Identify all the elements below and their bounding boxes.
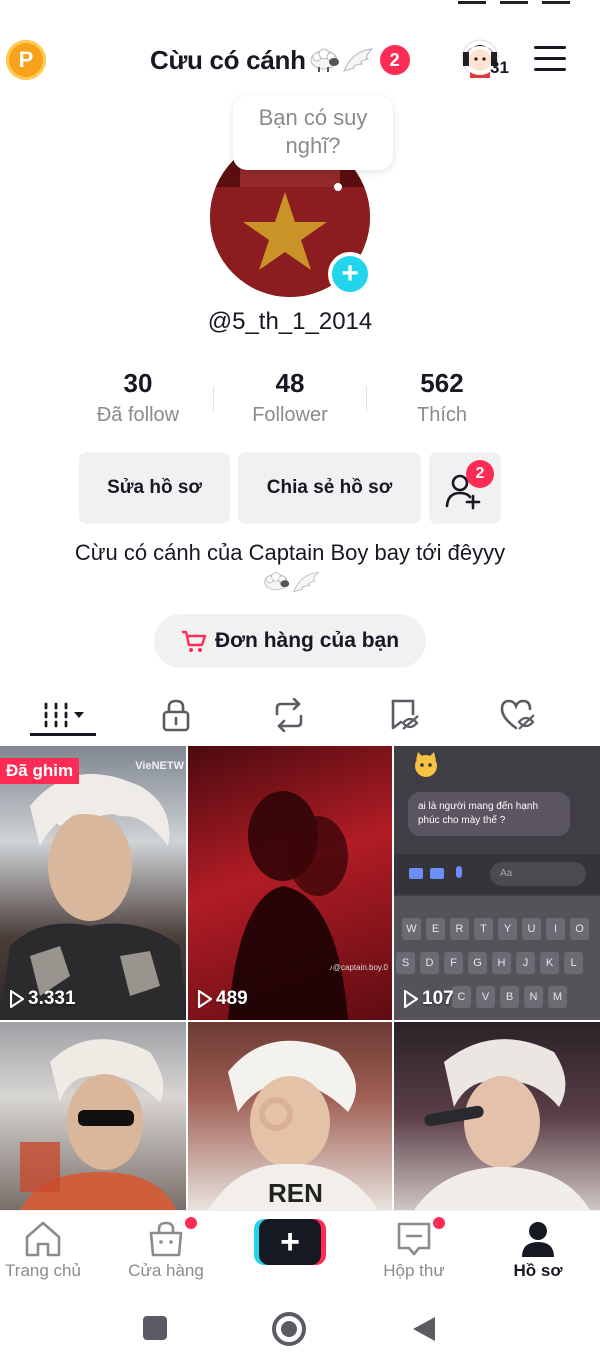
chat-input-bar: Aa xyxy=(394,854,600,894)
sheep-wing-emoji-icon xyxy=(308,47,374,73)
username: @5_th_1_2014 xyxy=(207,308,373,335)
nav-inbox[interactable]: Hộp thư xyxy=(359,1211,469,1291)
recent-apps-icon[interactable] xyxy=(143,1316,167,1340)
nav-home[interactable]: Trang chủ xyxy=(0,1211,98,1291)
lock-icon xyxy=(162,699,190,732)
system-nav-bar xyxy=(0,1290,600,1368)
video-watermark: VieNETW xyxy=(135,760,184,772)
play-icon xyxy=(198,990,212,1008)
stat-divider xyxy=(366,386,367,412)
tab-liked[interactable] xyxy=(483,690,553,740)
bottom-nav: Trang chủ Cửa hàng + Hộp thư Hồ sơ xyxy=(0,1210,600,1290)
stat-divider xyxy=(213,386,214,412)
status-bar xyxy=(0,0,600,18)
play-icon xyxy=(10,990,24,1008)
cart-icon xyxy=(181,630,207,652)
nav-label: Trang chủ xyxy=(5,1261,81,1280)
add-story-button[interactable]: + xyxy=(328,252,372,296)
video-grid: Đã ghim VieNETW 3.331 ♪@captain.boy.0 48… xyxy=(0,746,600,1210)
pinned-label: Đã ghim xyxy=(0,758,80,784)
repost-icon xyxy=(275,698,303,732)
thought-bubble[interactable]: Bạn có suy nghĩ? xyxy=(233,96,393,170)
stat-value: 562 xyxy=(420,368,464,398)
view-count-value: 107 xyxy=(422,988,454,1009)
video-thumbnail[interactable]: REN xyxy=(188,1022,392,1210)
profile-bio: Cừu có cánh của Captain Boy bay tới đêyy… xyxy=(74,540,506,565)
stat-label: Follower xyxy=(252,404,328,426)
points-coin-icon[interactable]: P xyxy=(6,40,46,80)
account-switcher[interactable]: Cừu có cánh 2 xyxy=(150,42,410,78)
home-circle-icon[interactable] xyxy=(272,1312,306,1346)
view-count: 107 xyxy=(404,988,454,1010)
sheep-wing-emoji-icon xyxy=(262,570,320,594)
stat-label: Thích xyxy=(416,404,468,426)
story-count: 31 xyxy=(490,58,509,77)
orders-label: Đơn hàng của bạn xyxy=(214,629,400,652)
nav-shop[interactable]: Cửa hàng xyxy=(111,1211,221,1291)
grid-icon xyxy=(44,702,84,728)
stat-following[interactable]: 30 Đã follow xyxy=(62,366,214,436)
video-thumbnail[interactable]: ♪@captain.boy.0 489 xyxy=(188,746,392,1020)
view-count: 489 xyxy=(198,988,248,1010)
status-icons xyxy=(458,0,570,4)
create-button[interactable]: + xyxy=(254,1219,326,1265)
stat-label: Đã follow xyxy=(96,404,180,426)
notification-badge[interactable]: 2 xyxy=(379,45,410,75)
chat-input-placeholder: Aa xyxy=(490,862,586,886)
orders-button[interactable]: Đơn hàng của bạn xyxy=(154,614,426,668)
nav-profile[interactable]: Hồ sơ xyxy=(483,1211,593,1291)
stat-followers[interactable]: 48 Follower xyxy=(214,366,366,436)
video-thumbnail[interactable] xyxy=(394,1022,600,1210)
chat-tools-icon xyxy=(409,866,462,879)
play-icon xyxy=(404,990,418,1008)
profile-title: Cừu có cánh xyxy=(150,44,306,75)
bookmark-hidden-icon xyxy=(391,699,419,730)
liked-hidden-icon xyxy=(500,699,535,730)
view-count-value: 3.331 xyxy=(28,988,76,1009)
svg-text:REN: REN xyxy=(268,1178,323,1208)
view-count: 3.331 xyxy=(10,988,76,1010)
menu-icon[interactable] xyxy=(534,46,566,72)
share-profile-button[interactable]: Chia sẻ hồ sơ xyxy=(238,452,421,524)
video-watermark: ♪@captain.boy.0 xyxy=(328,963,388,972)
video-thumbnail[interactable]: ai là người mang đến hạnh phúc cho mày t… xyxy=(394,746,600,1020)
edit-profile-button[interactable]: Sửa hồ sơ xyxy=(79,452,230,524)
video-thumbnail[interactable]: Đã ghim VieNETW 3.331 xyxy=(0,746,186,1020)
add-friends-button[interactable]: 2 xyxy=(429,452,501,524)
profile-header: P Cừu có cánh 2 31 xyxy=(0,30,600,90)
inbox-notification-dot xyxy=(433,1217,445,1229)
create-icon: + xyxy=(259,1219,321,1265)
back-icon[interactable] xyxy=(411,1315,437,1343)
thought-bubble-text: Bạn có suy nghĩ? xyxy=(258,105,368,158)
video-thumbnail[interactable] xyxy=(0,1022,186,1210)
tab-reposts[interactable] xyxy=(254,690,324,740)
chat-message: ai là người mang đến hạnh phúc cho mày t… xyxy=(408,792,570,836)
shop-notification-dot xyxy=(185,1217,197,1229)
inbox-icon xyxy=(397,1222,431,1256)
home-icon xyxy=(25,1221,61,1257)
nav-label: Hồ sơ xyxy=(513,1261,563,1280)
view-count-value: 489 xyxy=(216,988,248,1009)
tab-favorites[interactable] xyxy=(370,690,440,740)
active-tab-indicator xyxy=(30,733,96,736)
tab-private[interactable] xyxy=(141,690,211,740)
cat-emoji-icon xyxy=(415,752,437,777)
shop-icon xyxy=(149,1221,183,1257)
content-tabs xyxy=(0,690,600,746)
stat-likes[interactable]: 562 Thích xyxy=(366,366,518,436)
stat-value: 30 xyxy=(123,368,153,398)
friend-requests-badge: 2 xyxy=(466,460,494,488)
nav-label: Hộp thư xyxy=(383,1261,445,1280)
profile-icon xyxy=(522,1222,554,1257)
nav-label: Cửa hàng xyxy=(128,1261,204,1280)
profile-stats: 30 Đã follow 48 Follower 562 Thích xyxy=(62,366,518,436)
stat-value: 48 xyxy=(275,368,305,398)
